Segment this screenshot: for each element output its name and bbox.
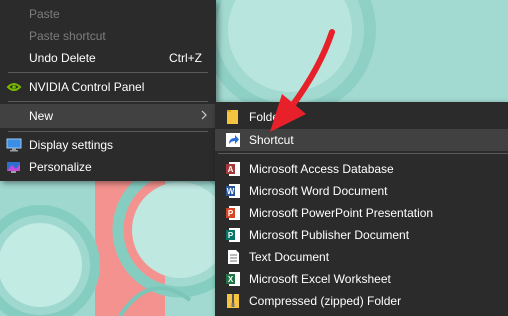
desktop-context-menu: Paste Paste shortcut Undo Delete Ctrl+Z … bbox=[0, 0, 216, 181]
submenu-item-excel-worksheet[interactable]: X Microsoft Excel Worksheet bbox=[215, 268, 508, 290]
menu-item-undo-delete[interactable]: Undo Delete Ctrl+Z bbox=[0, 47, 216, 69]
menu-separator bbox=[8, 101, 208, 102]
publisher-icon: P bbox=[226, 228, 240, 242]
personalize-icon bbox=[7, 162, 20, 173]
svg-text:W: W bbox=[227, 187, 235, 196]
powerpoint-icon: P bbox=[226, 206, 240, 220]
new-submenu: Folder Shortcut A Microsoft Access Datab… bbox=[215, 102, 508, 316]
zip-folder-icon bbox=[227, 294, 239, 308]
display-icon bbox=[6, 138, 22, 152]
shortcut-key: Ctrl+Z bbox=[169, 51, 202, 65]
submenu-item-access-database[interactable]: A Microsoft Access Database bbox=[215, 158, 508, 180]
menu-item-personalize[interactable]: Personalize bbox=[0, 156, 216, 178]
menu-separator bbox=[8, 72, 208, 73]
svg-text:X: X bbox=[228, 275, 234, 284]
menu-item-paste[interactable]: Paste bbox=[0, 3, 216, 25]
svg-text:A: A bbox=[228, 165, 234, 174]
svg-text:P: P bbox=[228, 209, 234, 218]
submenu-item-publisher-document[interactable]: P Microsoft Publisher Document bbox=[215, 224, 508, 246]
menu-item-paste-shortcut[interactable]: Paste shortcut bbox=[0, 25, 216, 47]
submenu-item-text-document[interactable]: Text Document bbox=[215, 246, 508, 268]
word-icon: W bbox=[226, 184, 240, 198]
menu-item-nvidia-control-panel[interactable]: NVIDIA Control Panel bbox=[0, 76, 216, 98]
menu-item-display-settings[interactable]: Display settings bbox=[0, 134, 216, 156]
submenu-item-shortcut[interactable]: Shortcut bbox=[215, 129, 508, 151]
access-icon: A bbox=[226, 162, 240, 176]
menu-separator bbox=[218, 153, 508, 154]
shortcut-icon bbox=[226, 133, 240, 147]
folder-icon bbox=[227, 110, 238, 124]
annotation-arrow bbox=[270, 29, 335, 132]
submenu-item-compressed-folder[interactable]: Compressed (zipped) Folder bbox=[215, 290, 508, 312]
text-document-icon bbox=[228, 250, 239, 264]
nvidia-icon bbox=[6, 80, 22, 94]
submenu-item-folder[interactable]: Folder bbox=[215, 106, 508, 128]
excel-icon: X bbox=[226, 272, 240, 286]
menu-item-new[interactable]: New bbox=[0, 104, 216, 128]
submenu-item-word-document[interactable]: W Microsoft Word Document bbox=[215, 180, 508, 202]
menu-separator bbox=[8, 131, 208, 132]
svg-text:P: P bbox=[228, 231, 234, 240]
chevron-right-icon bbox=[201, 110, 207, 120]
submenu-item-powerpoint-presentation[interactable]: P Microsoft PowerPoint Presentation bbox=[215, 202, 508, 224]
